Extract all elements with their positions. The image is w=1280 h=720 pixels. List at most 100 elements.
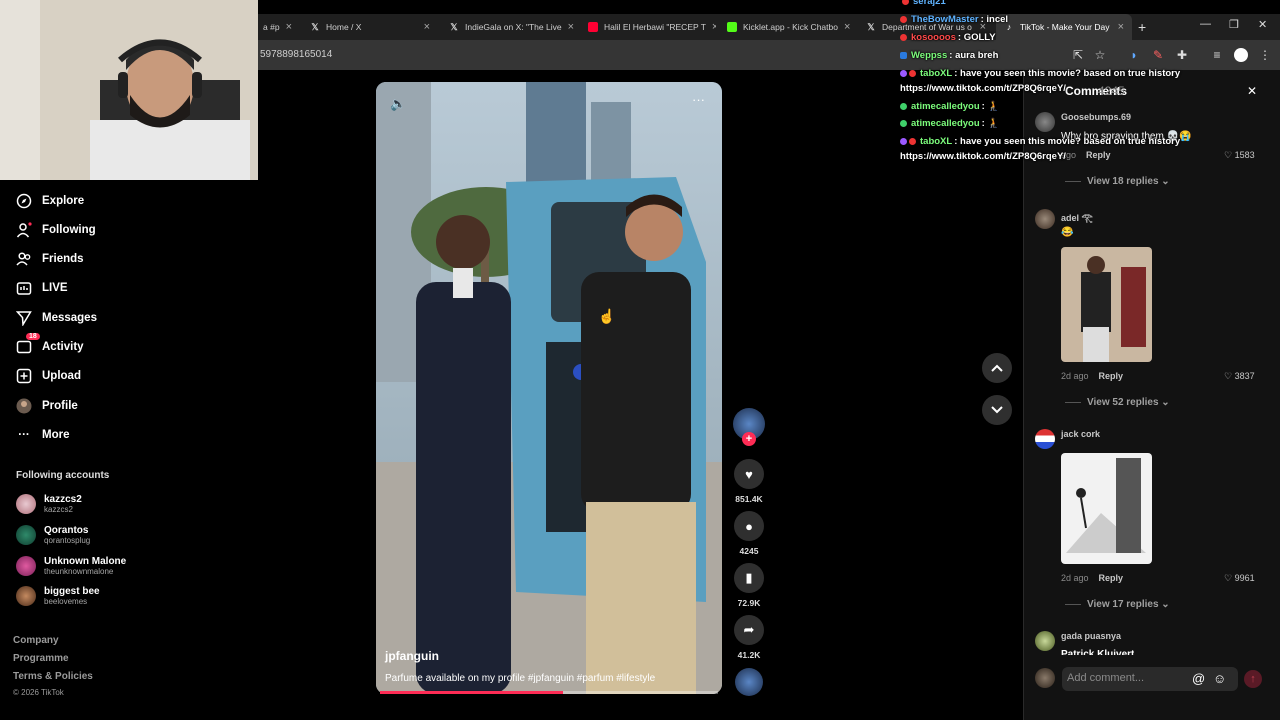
puzzle-icon[interactable]: ✚ bbox=[1175, 48, 1189, 62]
chat-link[interactable]: https://www.tiktok.com/t/ZP8Q6rqeY/ bbox=[900, 83, 1066, 94]
friends-icon bbox=[16, 251, 32, 267]
close-icon[interactable]: × bbox=[568, 21, 574, 33]
chat-user: taboXL bbox=[920, 68, 953, 79]
comment-user[interactable]: gada puasnya bbox=[1061, 631, 1121, 641]
reply-button[interactable]: Reply bbox=[1086, 150, 1111, 160]
tab-tiktok-active[interactable]: ♪ TikTok - Make Your Day × bbox=[996, 14, 1132, 40]
comment-image[interactable] bbox=[1061, 453, 1152, 564]
minimize-icon[interactable]: — bbox=[1200, 18, 1211, 30]
account-item[interactable]: Unknown Malone theunknownmalone bbox=[16, 556, 126, 576]
account-item[interactable]: Qorantos qorantosplug bbox=[16, 525, 90, 545]
close-icon[interactable]: × bbox=[424, 21, 430, 33]
tab-2[interactable]: 𝕏 IndieGala on X: "The Live × bbox=[441, 14, 577, 40]
video-caption: Parfume available on my profile #jpfangu… bbox=[385, 673, 656, 684]
close-icon[interactable]: × bbox=[712, 21, 716, 33]
tab-title: TikTok - Make Your Day bbox=[1020, 22, 1110, 32]
media-control-icon[interactable]: ≡ bbox=[1210, 48, 1224, 62]
next-video-button[interactable] bbox=[982, 395, 1012, 425]
nav-more[interactable]: ··· More bbox=[16, 427, 69, 443]
follow-plus-icon[interactable]: + bbox=[742, 432, 756, 446]
chat-link[interactable]: https://www.tiktok.com/t/ZP8Q6rqeY/ bbox=[900, 151, 1066, 162]
account-item[interactable]: biggest bee beelovemes bbox=[16, 586, 100, 606]
comment-likes[interactable]: ♡ 9961 bbox=[1224, 573, 1255, 584]
close-icon[interactable]: × bbox=[1118, 21, 1124, 33]
comment-user[interactable]: Goosebumps.69 bbox=[1061, 112, 1131, 122]
comment-user[interactable]: adel 𓂀 bbox=[1061, 209, 1093, 224]
close-icon[interactable]: × bbox=[286, 21, 292, 33]
close-window-icon[interactable]: ✕ bbox=[1258, 18, 1267, 31]
comment-image[interactable] bbox=[1061, 247, 1152, 362]
view-replies-button[interactable]: View 17 replies ⌄ bbox=[1065, 599, 1170, 610]
nav-following[interactable]: Following bbox=[16, 222, 96, 238]
star-icon[interactable]: ☆ bbox=[1093, 48, 1107, 62]
nav-live[interactable]: LIVE bbox=[16, 280, 68, 296]
send-comment-button[interactable]: ↑ bbox=[1244, 670, 1262, 688]
view-replies-button[interactable]: View 18 replies ⌄ bbox=[1065, 176, 1170, 187]
comment-likes[interactable]: ♡ 3837 bbox=[1224, 371, 1255, 382]
reply-button[interactable]: Reply bbox=[1099, 573, 1124, 583]
bookmark-button[interactable]: ▮ 72.9K bbox=[733, 563, 765, 608]
footer-company-link[interactable]: Company bbox=[13, 635, 59, 646]
chat-text: incel bbox=[986, 14, 1009, 25]
nav-explore[interactable]: Explore bbox=[16, 193, 84, 209]
comment-button[interactable]: ● 4245 bbox=[733, 511, 765, 556]
reply-button[interactable]: Reply bbox=[1099, 371, 1124, 381]
tab-1[interactable]: 𝕏 Home / X × bbox=[302, 14, 438, 40]
tab-0[interactable]: a #p × bbox=[255, 14, 300, 40]
badge-icon bbox=[900, 138, 907, 145]
nav-friends[interactable]: Friends bbox=[16, 251, 84, 267]
mute-icon[interactable]: 🔈 bbox=[390, 96, 406, 112]
nav-profile[interactable]: Profile bbox=[16, 398, 78, 414]
view-replies-button[interactable]: View 52 replies ⌄ bbox=[1065, 397, 1170, 408]
comment-input[interactable]: Add comment... bbox=[1062, 667, 1238, 691]
comment-time: 2d ago bbox=[1061, 371, 1089, 381]
nav-upload[interactable]: Upload bbox=[16, 368, 81, 384]
tab-title: IndieGala on X: "The Live bbox=[465, 22, 562, 32]
chat-text: have you seen this movie? based on true … bbox=[960, 68, 1181, 79]
profile-icon[interactable] bbox=[1234, 48, 1248, 62]
chat-user: Weppss bbox=[911, 50, 948, 61]
install-app-icon[interactable]: ⇱ bbox=[1071, 48, 1085, 62]
music-disc-icon bbox=[735, 668, 763, 696]
footer-programme-link[interactable]: Programme bbox=[13, 653, 69, 664]
account-name: Unknown Malone bbox=[44, 556, 127, 567]
mention-icon[interactable]: @ bbox=[1192, 671, 1205, 686]
chat-text: 🧎 bbox=[987, 118, 1000, 129]
comment-likes[interactable]: ♡ 1583 bbox=[1224, 150, 1255, 161]
previous-video-button[interactable] bbox=[982, 353, 1012, 383]
more-options-icon[interactable]: ··· bbox=[692, 92, 705, 107]
music-disc-button[interactable] bbox=[733, 668, 765, 696]
menu-icon[interactable]: ⋮ bbox=[1258, 48, 1272, 62]
maximize-icon[interactable]: ❐ bbox=[1229, 18, 1239, 31]
like-button[interactable]: ♥ 851.4K bbox=[733, 459, 765, 504]
nav-label: Upload bbox=[42, 370, 81, 382]
share-button[interactable]: ➦ 41.2K bbox=[733, 615, 765, 660]
video-progress-bar[interactable] bbox=[380, 691, 718, 694]
video-player[interactable]: 🔈 ··· bbox=[376, 82, 722, 694]
account-item[interactable]: kazzcs2 kazzcs2 bbox=[16, 494, 82, 514]
avatar bbox=[16, 556, 36, 576]
url-input[interactable]: 5978898165014 bbox=[260, 49, 332, 60]
footer-terms-link[interactable]: Terms & Policies bbox=[13, 671, 93, 682]
author-avatar-button[interactable]: + bbox=[733, 408, 765, 446]
comment-user[interactable]: jack cork bbox=[1061, 429, 1100, 439]
close-icon[interactable]: × bbox=[844, 21, 850, 33]
nav-messages[interactable]: Messages bbox=[16, 310, 97, 326]
tab-title: Home / X bbox=[326, 22, 362, 32]
extension-icon[interactable]: ✎ bbox=[1151, 48, 1165, 62]
tab-3[interactable]: Halil El Herbawi "RECEP T × bbox=[580, 14, 716, 40]
youtube-icon bbox=[588, 22, 598, 32]
audio-icon[interactable]: ◗ bbox=[1127, 48, 1141, 62]
account-name: Qorantos bbox=[44, 525, 89, 536]
badge-icon bbox=[900, 103, 907, 110]
close-comments-icon[interactable]: ✕ bbox=[1247, 84, 1257, 98]
person-follow-icon bbox=[16, 222, 32, 238]
nav-activity[interactable]: 18 Activity bbox=[16, 333, 84, 355]
emoji-icon[interactable]: ☺ bbox=[1213, 671, 1226, 686]
new-tab-button[interactable]: + bbox=[1138, 19, 1146, 35]
bookmark-count: 72.9K bbox=[737, 598, 761, 608]
video-author[interactable]: jpfanguin bbox=[385, 649, 439, 663]
like-count: 9961 bbox=[1234, 573, 1255, 583]
tab-4[interactable]: Kicklet.app - Kick Chatbo × bbox=[719, 14, 855, 40]
account-name: kazzcs2 bbox=[44, 494, 82, 505]
